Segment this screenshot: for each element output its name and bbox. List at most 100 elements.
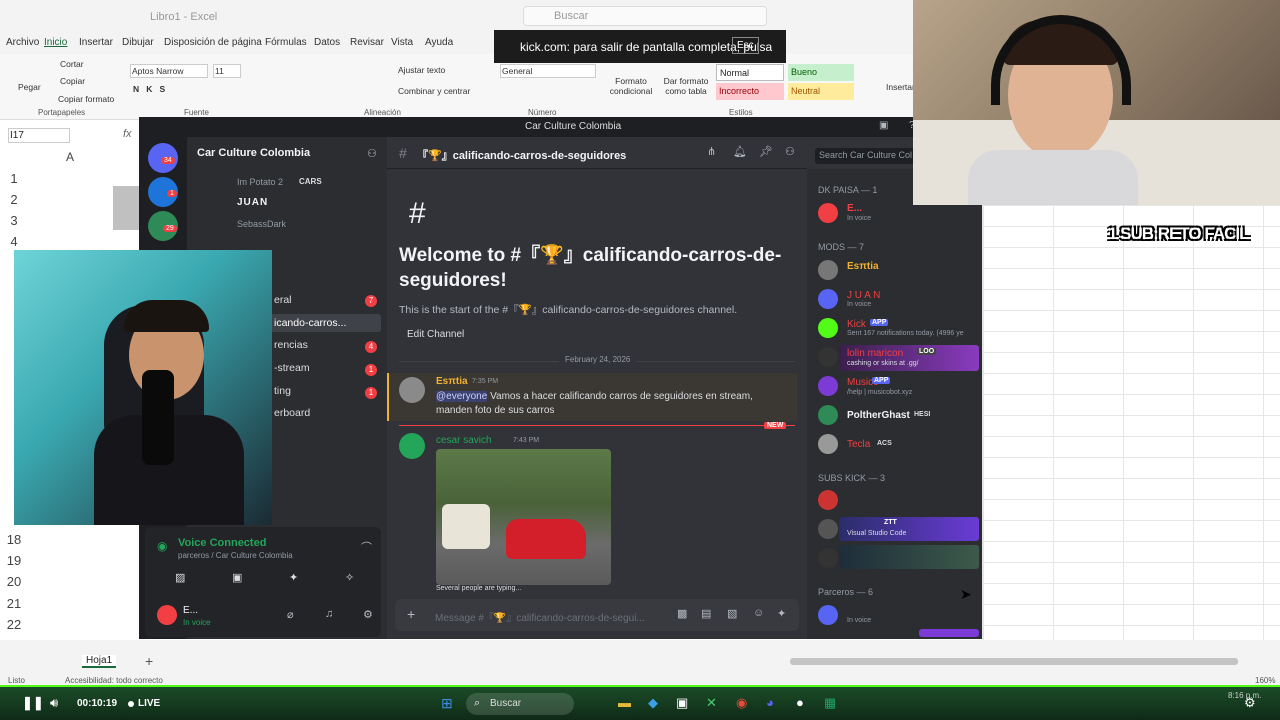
apps-icon[interactable]: ✦ <box>777 607 786 620</box>
camera-off-icon[interactable]: ▨ <box>175 571 185 584</box>
user-avatar[interactable] <box>157 605 177 625</box>
message-author[interactable]: cesar savich <box>436 435 492 446</box>
mute-icon[interactable]: ⌀ <box>287 608 294 621</box>
message-avatar[interactable] <box>399 433 425 459</box>
member-name[interactable]: lolin maricon <box>847 348 903 359</box>
tab-revisar[interactable]: Revisar <box>350 37 384 48</box>
sheet-tab-hoja1[interactable]: Hoja1 <box>82 655 117 668</box>
channel-item[interactable]: rencias <box>274 339 308 351</box>
xbox-icon[interactable]: ✕ <box>706 695 717 711</box>
member-name[interactable]: J U A N <box>847 290 880 301</box>
edit-channel-button[interactable]: Edit Channel <box>407 329 464 340</box>
tab-formulas[interactable]: Fórmulas <box>265 37 307 48</box>
member-avatar[interactable] <box>818 289 838 309</box>
folder-icon[interactable]: ▬ <box>618 695 631 710</box>
member-avatar[interactable] <box>818 519 838 539</box>
member-avatar[interactable] <box>818 203 838 223</box>
font-size-select[interactable]: 11 <box>213 64 241 78</box>
app-icon[interactable]: ▣ <box>676 695 688 711</box>
member-avatar[interactable] <box>818 347 838 367</box>
style-neutral[interactable]: Neutral <box>788 83 854 100</box>
tab-ayuda[interactable]: Ayuda <box>425 37 453 48</box>
windows-start-icon[interactable]: ⊞ <box>441 695 453 712</box>
style-normal[interactable]: Normal <box>716 64 784 81</box>
member-avatar[interactable] <box>818 605 838 625</box>
tab-datos[interactable]: Datos <box>314 37 340 48</box>
voice-user[interactable]: SebassDark <box>237 219 286 229</box>
tab-insertar[interactable]: Insertar <box>79 37 113 48</box>
channel-item[interactable]: ting <box>274 385 291 397</box>
volume-icon[interactable]: 🔊︎ <box>50 695 58 711</box>
format-painter-button[interactable]: Copiar formato <box>58 94 114 104</box>
excel-grid-right[interactable] <box>982 205 1280 640</box>
bell-icon[interactable]: 🔔︎ <box>733 145 747 158</box>
app-icon[interactable]: ● <box>796 695 804 710</box>
channel-item[interactable]: erboard <box>274 407 310 419</box>
member-avatar[interactable] <box>818 490 838 510</box>
member-name[interactable]: Kick <box>847 319 866 330</box>
voice-user[interactable]: JUAN <box>237 197 268 208</box>
excel-search-input[interactable]: Buscar <box>523 6 767 26</box>
composer[interactable]: + Message #『🏆』calificando-carros-de-segu… <box>395 599 799 631</box>
channel-item[interactable]: eral <box>274 294 292 306</box>
merge-center-button[interactable]: Combinar y centrar <box>398 86 470 96</box>
horizontal-scrollbar[interactable] <box>790 658 1238 665</box>
add-member-icon[interactable]: ⚇ <box>367 147 377 160</box>
member-avatar[interactable] <box>818 318 838 338</box>
channel-item[interactable]: -stream <box>274 362 310 374</box>
pause-icon[interactable]: ❚❚ <box>22 695 44 711</box>
member-name[interactable]: E... <box>847 203 862 214</box>
paste-button[interactable]: Pegar <box>18 82 41 92</box>
gif-icon[interactable]: ▤ <box>701 607 711 620</box>
add-attachment-icon[interactable]: + <box>407 606 415 622</box>
member-avatar[interactable] <box>818 376 838 396</box>
app-icon[interactable]: ◆ <box>648 695 658 711</box>
tab-dibujar[interactable]: Dibujar <box>122 37 154 48</box>
car-photo[interactable] <box>436 449 611 585</box>
member-name[interactable]: PoltherGhast <box>847 410 910 421</box>
message-avatar[interactable] <box>399 377 425 403</box>
number-format-select[interactable]: General <box>500 64 596 78</box>
format-table-button[interactable]: Dar formato como tabla <box>660 76 712 96</box>
add-sheet-button[interactable]: + <box>145 653 153 669</box>
member-avatar[interactable] <box>818 260 838 280</box>
tab-inicio[interactable]: Inicio <box>44 37 67 48</box>
inbox-icon[interactable]: ▣ <box>879 120 888 131</box>
cut-button[interactable]: Cortar <box>60 59 84 69</box>
bold-button[interactable]: N K S <box>133 84 165 94</box>
tab-disposicion[interactable]: Disposición de página <box>164 37 262 48</box>
activities-icon[interactable]: ✦ <box>289 571 298 584</box>
member-name[interactable]: Tecla <box>847 439 870 450</box>
excel-icon[interactable]: ▦ <box>824 695 836 711</box>
tab-vista[interactable]: Vista <box>391 37 413 48</box>
member-avatar[interactable] <box>818 405 838 425</box>
message-input[interactable]: Message #『🏆』calificando-carros-de-segui.… <box>435 609 645 624</box>
sticker-icon[interactable]: ▧ <box>727 607 737 620</box>
style-bad[interactable]: Incorrecto <box>716 83 784 100</box>
settings-icon[interactable]: ⚙ <box>1244 695 1256 711</box>
emoji-icon[interactable]: ☺ <box>753 607 764 619</box>
message-author[interactable]: Esπtia <box>436 376 468 387</box>
threads-icon[interactable]: ⋔ <box>707 145 716 158</box>
member-name[interactable]: Esπtia <box>847 261 879 272</box>
wrap-text-button[interactable]: Ajustar texto <box>398 65 445 75</box>
search-input[interactable]: Search Car Culture Col <box>815 148 915 164</box>
discord-icon[interactable]: ◕ <box>766 695 774 710</box>
disconnect-icon[interactable]: ⌒ <box>361 539 372 555</box>
font-name-select[interactable]: Aptos Narrow <box>130 64 208 78</box>
server-name[interactable]: Car Culture Colombia <box>197 147 310 159</box>
channel-item[interactable]: icando-carros... <box>274 317 346 329</box>
headphones-icon[interactable]: ♫ <box>325 608 333 620</box>
gift-icon[interactable]: ▩ <box>677 607 687 620</box>
copy-button[interactable]: Copiar <box>60 76 85 86</box>
tab-archivo[interactable]: Archivo <box>6 37 39 48</box>
settings-icon[interactable]: ⚙ <box>363 608 373 621</box>
pin-icon[interactable]: 📌︎ <box>759 145 773 158</box>
soundboard-icon[interactable]: ✧ <box>345 571 354 584</box>
name-box[interactable]: I17 <box>8 128 70 143</box>
style-good[interactable]: Bueno <box>788 64 854 81</box>
mention[interactable]: @everyone <box>436 391 488 402</box>
member-avatar[interactable] <box>818 548 838 568</box>
insert-cells-button[interactable]: Insertar <box>886 82 915 92</box>
voice-location[interactable]: parceros / Car Culture Colombia <box>178 551 293 560</box>
